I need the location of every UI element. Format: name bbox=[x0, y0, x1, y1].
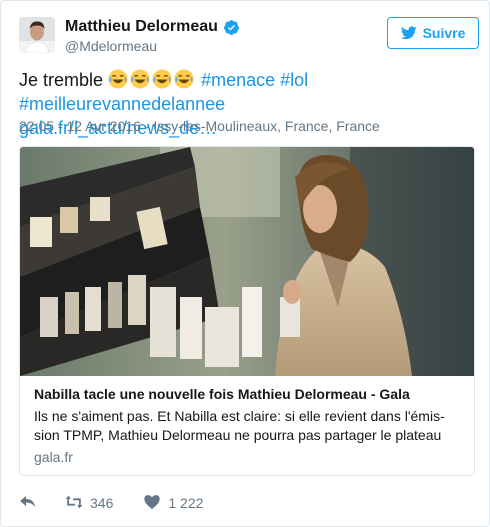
laughing-emoji-icon bbox=[108, 69, 128, 89]
display-name[interactable]: Matthieu Delormeau bbox=[65, 18, 218, 36]
reply-icon bbox=[19, 494, 37, 513]
laughing-emoji-icon bbox=[174, 69, 194, 89]
meta-separator: · bbox=[144, 118, 150, 134]
tweet-actions: 346 1 222 bbox=[19, 491, 203, 515]
avatar[interactable] bbox=[19, 17, 55, 53]
reply-button[interactable] bbox=[19, 494, 37, 513]
emoji-group bbox=[108, 69, 201, 90]
tweet-text-start: Je tremble bbox=[19, 70, 104, 90]
retweet-icon bbox=[65, 494, 83, 513]
heart-icon bbox=[143, 494, 161, 513]
retweet-count: 346 bbox=[90, 495, 114, 511]
follow-button[interactable]: Suivre bbox=[387, 17, 479, 49]
card-image[interactable] bbox=[20, 147, 474, 376]
card-body: Nabilla tacle une nouvelle fois Mathieu … bbox=[20, 376, 474, 475]
card-description-line: Ils ne s'aiment pas. Et Nabilla est clai… bbox=[34, 408, 445, 424]
tweet-timestamp[interactable]: 22:05 - 12 Avr 2016 bbox=[19, 118, 141, 134]
like-count: 1 222 bbox=[168, 495, 204, 511]
twitter-bird-icon bbox=[400, 26, 417, 40]
card-description-line: sion TPMP, Mathieu Delormeau ne pourra p… bbox=[34, 427, 442, 443]
verified-badge-icon bbox=[223, 19, 240, 36]
laughing-emoji-icon bbox=[152, 69, 172, 89]
tweet-card: Matthieu Delormeau @Mdelormeau Suivre Je… bbox=[0, 0, 490, 527]
hashtag-link[interactable]: #meilleurevannedelannee bbox=[19, 94, 225, 114]
laughing-emoji-icon bbox=[130, 69, 150, 89]
card-domain: gala.fr bbox=[34, 449, 73, 465]
link-preview-card[interactable]: Nabilla tacle une nouvelle fois Mathieu … bbox=[19, 146, 475, 476]
tweet-location[interactable]: Issy-les-Moulineaux, France, France bbox=[153, 118, 379, 134]
tweet-meta: 22:05 - 12 Avr 2016 · Issy-les-Moulineau… bbox=[19, 118, 380, 134]
user-handle[interactable]: @Mdelormeau bbox=[65, 38, 157, 54]
like-button[interactable]: 1 222 bbox=[143, 494, 203, 513]
retweet-button[interactable]: 346 bbox=[65, 494, 113, 513]
hashtag-link[interactable]: #menace bbox=[201, 70, 275, 90]
hashtag-link[interactable]: #lol bbox=[280, 70, 308, 90]
follow-button-label: Suivre bbox=[422, 25, 466, 41]
name-row: Matthieu Delormeau bbox=[65, 18, 240, 36]
card-description: Ils ne s'aiment pas. Et Nabilla est clai… bbox=[34, 407, 462, 445]
card-title: Nabilla tacle une nouvelle fois Mathieu … bbox=[34, 386, 410, 402]
tweet-header: Matthieu Delormeau @Mdelormeau Suivre bbox=[19, 15, 479, 59]
